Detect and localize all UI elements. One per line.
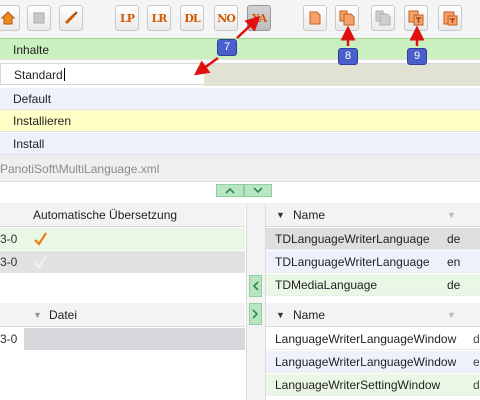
- text-caret: [63, 68, 65, 81]
- sort-descending-icon: ▼: [276, 210, 285, 220]
- house-icon: [1, 11, 15, 25]
- step-marker-9: 9: [407, 48, 427, 65]
- paste-icon: [443, 11, 458, 26]
- table-row[interactable]: 3-0: [0, 328, 245, 350]
- file-header[interactable]: ▼ Datei: [0, 303, 245, 327]
- cell-file: [24, 328, 245, 350]
- table-row[interactable]: LanguageWriterLanguageWindow d: [266, 328, 480, 350]
- table-row[interactable]: 3-0: [0, 228, 245, 250]
- language-label: Install: [13, 137, 45, 151]
- cell-name: LanguageWriterSettingWindow: [275, 378, 441, 392]
- cell-id: 3-0: [0, 232, 18, 246]
- cell-name: LanguageWriterLanguageWindow: [275, 332, 457, 346]
- cell-name: LanguageWriterLanguageWindow: [275, 355, 457, 369]
- language-row-install[interactable]: Install: [0, 133, 480, 155]
- name-header[interactable]: ▼ Name ▼: [266, 303, 480, 327]
- sort-descending-icon: ▼: [276, 310, 285, 320]
- language-label: Default: [13, 92, 52, 106]
- stop-icon: [33, 12, 45, 24]
- language-row-default[interactable]: Default: [0, 88, 480, 110]
- file-path: PanotiSoft\MultiLanguage.xml: [0, 162, 160, 176]
- splitter-controls: [216, 184, 272, 197]
- language-row-installieren[interactable]: Installieren: [0, 110, 480, 132]
- brush-button[interactable]: [59, 5, 83, 31]
- cell-lang: en: [447, 255, 461, 269]
- home-button[interactable]: [0, 5, 20, 31]
- language-edit-field[interactable]: Standard: [14, 68, 63, 82]
- sort-indicator-icon: ▼: [447, 310, 456, 320]
- cell-lang: d: [473, 332, 480, 346]
- row-fill: [204, 64, 480, 86]
- language-label: Inhalte: [13, 43, 50, 57]
- table-row[interactable]: LanguageWriterLanguageWindow e: [266, 351, 480, 373]
- table-row[interactable]: LanguageWriterSettingWindow d: [266, 374, 480, 396]
- translate-icon: [408, 10, 424, 26]
- collapse-down-button[interactable]: [244, 184, 272, 197]
- auto-translation-header[interactable]: Automatische Übersetzung: [0, 203, 245, 227]
- checkmark-icon[interactable]: [33, 228, 47, 250]
- sort-indicator-icon: ▼: [33, 310, 42, 320]
- cell-id: 3-0: [0, 255, 18, 269]
- chevron-up-icon: [225, 187, 235, 194]
- collapse-up-button[interactable]: [216, 184, 244, 197]
- vertical-splitter[interactable]: [246, 203, 266, 400]
- language-row-standard[interactable]: Standard: [0, 63, 480, 86]
- stop-button[interactable]: [27, 5, 51, 31]
- table-row[interactable]: 3-0: [0, 251, 245, 273]
- chevron-down-icon: [253, 187, 263, 194]
- column-title: Automatische Übersetzung: [33, 208, 178, 222]
- collapse-left-button[interactable]: [249, 275, 262, 297]
- cell-id: 3-0: [0, 332, 18, 346]
- copy-disabled-icon: [375, 10, 391, 26]
- copy-icon: [339, 10, 355, 26]
- table-row[interactable]: TDMediaLanguage de: [266, 274, 480, 296]
- paste-button[interactable]: [438, 5, 462, 31]
- cell-lang: d: [473, 378, 480, 392]
- cell-lang: e: [473, 355, 480, 369]
- sort-indicator-icon: ▼: [447, 210, 456, 220]
- lp-button[interactable]: LP: [115, 5, 139, 31]
- cell-name: TDMediaLanguage: [275, 278, 378, 292]
- xa-icon: XA: [251, 11, 268, 25]
- no-button[interactable]: NO: [214, 5, 238, 31]
- file-path-bar: PanotiSoft\MultiLanguage.xml: [0, 155, 480, 182]
- column-title: Datei: [49, 308, 78, 322]
- language-label: Installieren: [13, 114, 72, 128]
- brush-icon: [64, 11, 78, 25]
- no-icon: NO: [217, 11, 236, 25]
- dl-icon: DL: [184, 11, 200, 25]
- page-icon: [309, 11, 321, 25]
- translate-button[interactable]: [404, 5, 428, 31]
- table-row[interactable]: TDLanguageWriterLanguage en: [266, 251, 480, 273]
- xa-button[interactable]: XA: [247, 5, 271, 31]
- chevron-left-icon: [252, 281, 259, 291]
- collapse-right-button[interactable]: [249, 303, 262, 325]
- cell-name: TDLanguageWriterLanguage: [275, 232, 430, 246]
- lr-button[interactable]: LR: [147, 5, 171, 31]
- cell-name: TDLanguageWriterLanguage: [275, 255, 430, 269]
- page-button[interactable]: [303, 5, 327, 31]
- cell-lang: de: [447, 278, 461, 292]
- lp-icon: LP: [119, 11, 135, 25]
- copy-button[interactable]: [335, 5, 359, 31]
- table-row[interactable]: TDLanguageWriterLanguage de: [266, 228, 480, 250]
- checkmark-disabled-icon[interactable]: [33, 251, 47, 273]
- lr-icon: LR: [151, 11, 168, 25]
- column-title: Name: [293, 308, 326, 322]
- step-marker-7: 7: [217, 39, 237, 56]
- chevron-right-icon: [252, 309, 259, 319]
- toolbar: LP LR DL NO XA: [0, 0, 480, 38]
- copy-disabled-button[interactable]: [371, 5, 395, 31]
- name-header[interactable]: ▼ Name ▼: [266, 203, 480, 227]
- cell-lang: de: [447, 232, 461, 246]
- step-marker-8: 8: [338, 48, 358, 65]
- dl-button[interactable]: DL: [180, 5, 204, 31]
- column-title: Name: [293, 208, 326, 222]
